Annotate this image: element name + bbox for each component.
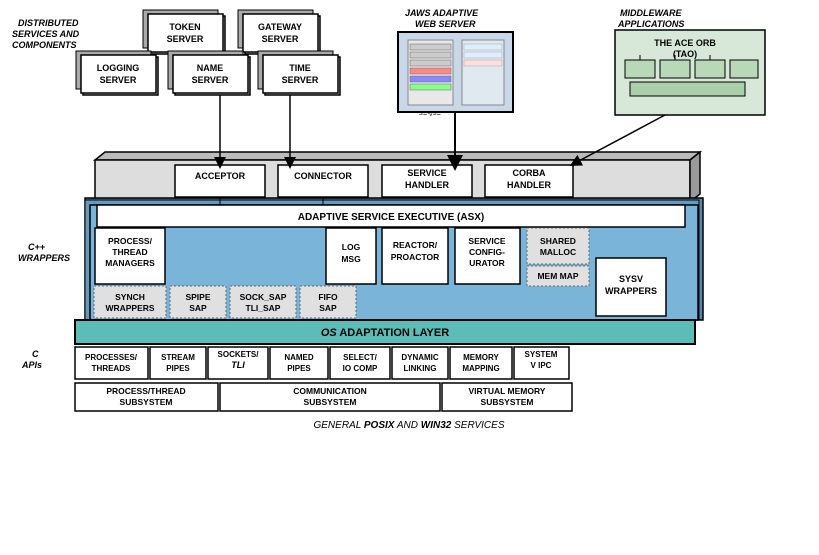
svg-text:ADAPTIVE SERVICE EXECUTIVE (AS: ADAPTIVE SERVICE EXECUTIVE (ASX) [298,212,485,223]
svg-text:PROCESSES/: PROCESSES/ [85,353,138,362]
svg-text:PROCESS/: PROCESS/ [108,236,153,246]
svg-text:≈=∿≈=: ≈=∿≈= [419,111,441,118]
svg-text:SYSV: SYSV [619,274,643,284]
svg-text:SELECT/: SELECT/ [343,353,378,362]
svg-text:APPLICATIONS: APPLICATIONS [617,19,684,29]
svg-text:GATEWAY: GATEWAY [258,22,302,32]
svg-text:MEM MAP: MEM MAP [537,271,578,281]
svg-text:PIPES: PIPES [287,364,311,373]
svg-text:SPIPE: SPIPE [185,292,210,302]
svg-text:APIs: APIs [21,360,42,370]
svg-text:THE ACE ORB: THE ACE ORB [654,38,716,48]
svg-text:V IPC: V IPC [531,361,552,370]
architecture-diagram: DISTRIBUTED SERVICES AND COMPONENTS JAWS… [0,0,819,555]
svg-text:LOGGING: LOGGING [97,63,140,73]
svg-text:SAP: SAP [189,303,207,313]
svg-text:THREADS: THREADS [92,364,131,373]
svg-text:TOKEN: TOKEN [169,22,200,32]
svg-text:MIDDLEWARE: MIDDLEWARE [620,8,682,18]
svg-text:SERVER: SERVER [282,75,319,85]
svg-text:TIME: TIME [289,63,311,73]
svg-text:IO COMP: IO COMP [343,364,378,373]
svg-text:SERVER: SERVER [262,34,299,44]
svg-text:GENERAL POSIX AND WIN32 SERVIC: GENERAL POSIX AND WIN32 SERVICES [313,420,504,431]
svg-text:SOCK_SAP: SOCK_SAP [240,292,287,302]
svg-text:DISTRIBUTED: DISTRIBUTED [18,18,79,28]
svg-text:MAPPING: MAPPING [462,364,499,373]
svg-text:NAME: NAME [197,63,224,73]
svg-text:SUBSYSTEM: SUBSYSTEM [304,397,357,407]
svg-text:MSG: MSG [341,254,361,264]
svg-text:FRAMEWORKS: FRAMEWORKS [102,180,169,190]
svg-text:CONFIG-: CONFIG- [469,247,505,257]
svg-text:TLI_SAP: TLI_SAP [246,303,281,313]
svg-text:PROCESS/THREAD: PROCESS/THREAD [106,386,185,396]
svg-text:SYSTEM: SYSTEM [525,350,558,359]
svg-text:CORBA: CORBA [513,168,546,178]
svg-text:WRAPPERS: WRAPPERS [18,253,70,263]
svg-text:SERVICE: SERVICE [468,236,505,246]
svg-text:OS ADAPTATION LAYER: OS ADAPTATION LAYER [321,327,449,339]
svg-text:FIFO: FIFO [318,292,338,302]
svg-text:VIRTUAL MEMORY: VIRTUAL MEMORY [469,386,546,396]
svg-text:SERVICES AND: SERVICES AND [12,29,80,39]
svg-text:COMPONENTS: COMPONENTS [12,40,77,50]
svg-text:SERVER: SERVER [192,75,229,85]
svg-text:CONNECTOR: CONNECTOR [294,171,352,181]
svg-text:SERVER: SERVER [100,75,137,85]
svg-text:COMMUNICATION: COMMUNICATION [293,386,367,396]
svg-text:REACTOR/: REACTOR/ [393,240,438,250]
svg-text:HANDLER: HANDLER [507,180,551,190]
svg-text:LOG: LOG [342,242,361,252]
svg-text:HANDLER: HANDLER [405,180,449,190]
svg-text:MEMORY: MEMORY [463,353,499,362]
svg-text:SAP: SAP [319,303,337,313]
svg-text:SERVER: SERVER [167,34,204,44]
svg-text:NAMED: NAMED [284,353,314,362]
svg-text:DYNAMIC: DYNAMIC [401,353,439,362]
svg-text:PIPES: PIPES [166,364,190,373]
svg-text:ACCEPTOR: ACCEPTOR [195,171,246,181]
svg-text:TLI: TLI [231,360,245,370]
svg-text:LINKING: LINKING [404,364,437,373]
svg-text:WRAPPERS: WRAPPERS [605,286,657,296]
svg-text:SUBSYSTEM: SUBSYSTEM [481,397,534,407]
svg-text:WEB SERVER: WEB SERVER [415,19,476,29]
svg-text:SYNCH: SYNCH [115,292,145,302]
svg-text:C: C [32,349,39,359]
svg-text:(TAO): (TAO) [673,49,697,59]
svg-text:PROACTOR: PROACTOR [391,252,440,262]
svg-text:SUBSYSTEM: SUBSYSTEM [120,397,173,407]
svg-text:URATOR: URATOR [469,258,505,268]
svg-text:C++: C++ [28,242,46,252]
svg-text:STREAM: STREAM [161,353,195,362]
svg-text:WRAPPERS: WRAPPERS [105,303,154,313]
svg-text:SHARED: SHARED [540,236,576,246]
svg-text:THREAD: THREAD [112,247,147,257]
svg-text:JAWS ADAPTIVE: JAWS ADAPTIVE [405,8,479,18]
svg-text:SOCKETS/: SOCKETS/ [218,350,260,359]
svg-text:MANAGERS: MANAGERS [105,258,155,268]
svg-text:MALLOC: MALLOC [540,247,576,257]
svg-text:SERVICE: SERVICE [407,168,446,178]
